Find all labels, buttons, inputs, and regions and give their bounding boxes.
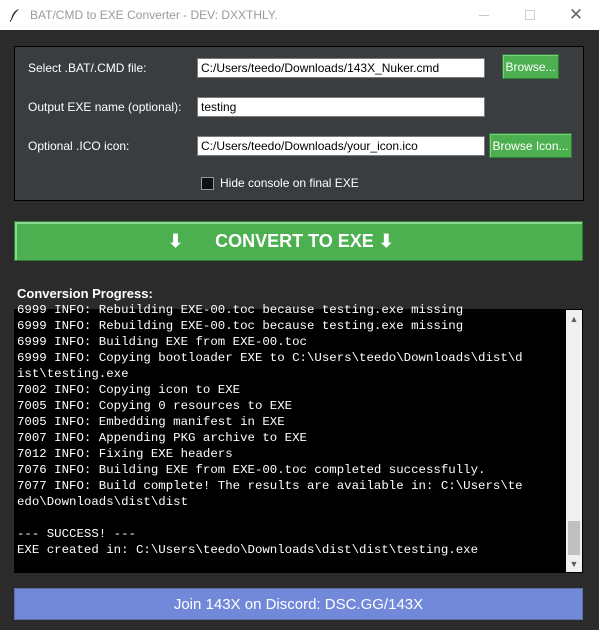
minimize-button[interactable] [461,0,507,30]
log-console[interactable]: 6999 INFO: Rebuilding EXE-00.toc because… [14,303,583,573]
close-icon: ✕ [568,5,584,24]
maximize-icon [525,10,535,20]
exe-name-label: Output EXE name (optional): [28,100,182,114]
close-button[interactable]: ✕ [553,0,599,30]
discord-button[interactable]: Join 143X on Discord: DSC.GG/143X [14,588,583,620]
exe-name-input[interactable]: testing [197,97,485,117]
scroll-down-icon[interactable]: ▼ [566,555,582,572]
log-scrollbar[interactable]: ▲ ▼ [566,310,582,572]
convert-label: CONVERT TO EXE ⬇ [215,230,394,251]
bat-file-input[interactable]: C:/Users/teedo/Downloads/143X_Nuker.cmd [197,58,485,78]
ico-input[interactable]: C:/Users/teedo/Downloads/your_icon.ico [197,136,485,156]
title-bar: BAT/CMD to EXE Converter - DEV: DXXTHLY.… [0,0,599,30]
scroll-thumb[interactable] [568,521,580,555]
scroll-up-icon[interactable]: ▲ [566,310,582,327]
convert-button[interactable]: ⬇ CONVERT TO EXE ⬇ [14,221,583,261]
options-panel: Select .BAT/.CMD file: C:/Users/teedo/Do… [14,46,584,201]
progress-label: Conversion Progress: [17,286,153,301]
browse-icon-button[interactable]: Browse Icon... [489,133,572,158]
window-controls: ✕ [461,0,599,30]
feather-icon [0,0,30,30]
browse-button[interactable]: Browse... [502,54,559,79]
hide-console-row[interactable]: Hide console on final EXE [201,176,359,190]
maximize-button[interactable] [507,0,553,30]
bat-file-label: Select .BAT/.CMD file: [28,61,147,75]
minimize-icon [479,14,489,16]
down-arrow-icon: ⬇ [168,230,184,251]
log-text: 6999 INFO: Rebuilding EXE-00.toc because… [17,303,523,557]
window-title: BAT/CMD to EXE Converter - DEV: DXXTHLY. [30,8,278,22]
ico-label: Optional .ICO icon: [28,139,130,153]
hide-console-label: Hide console on final EXE [220,176,359,190]
hide-console-checkbox[interactable] [201,176,214,190]
